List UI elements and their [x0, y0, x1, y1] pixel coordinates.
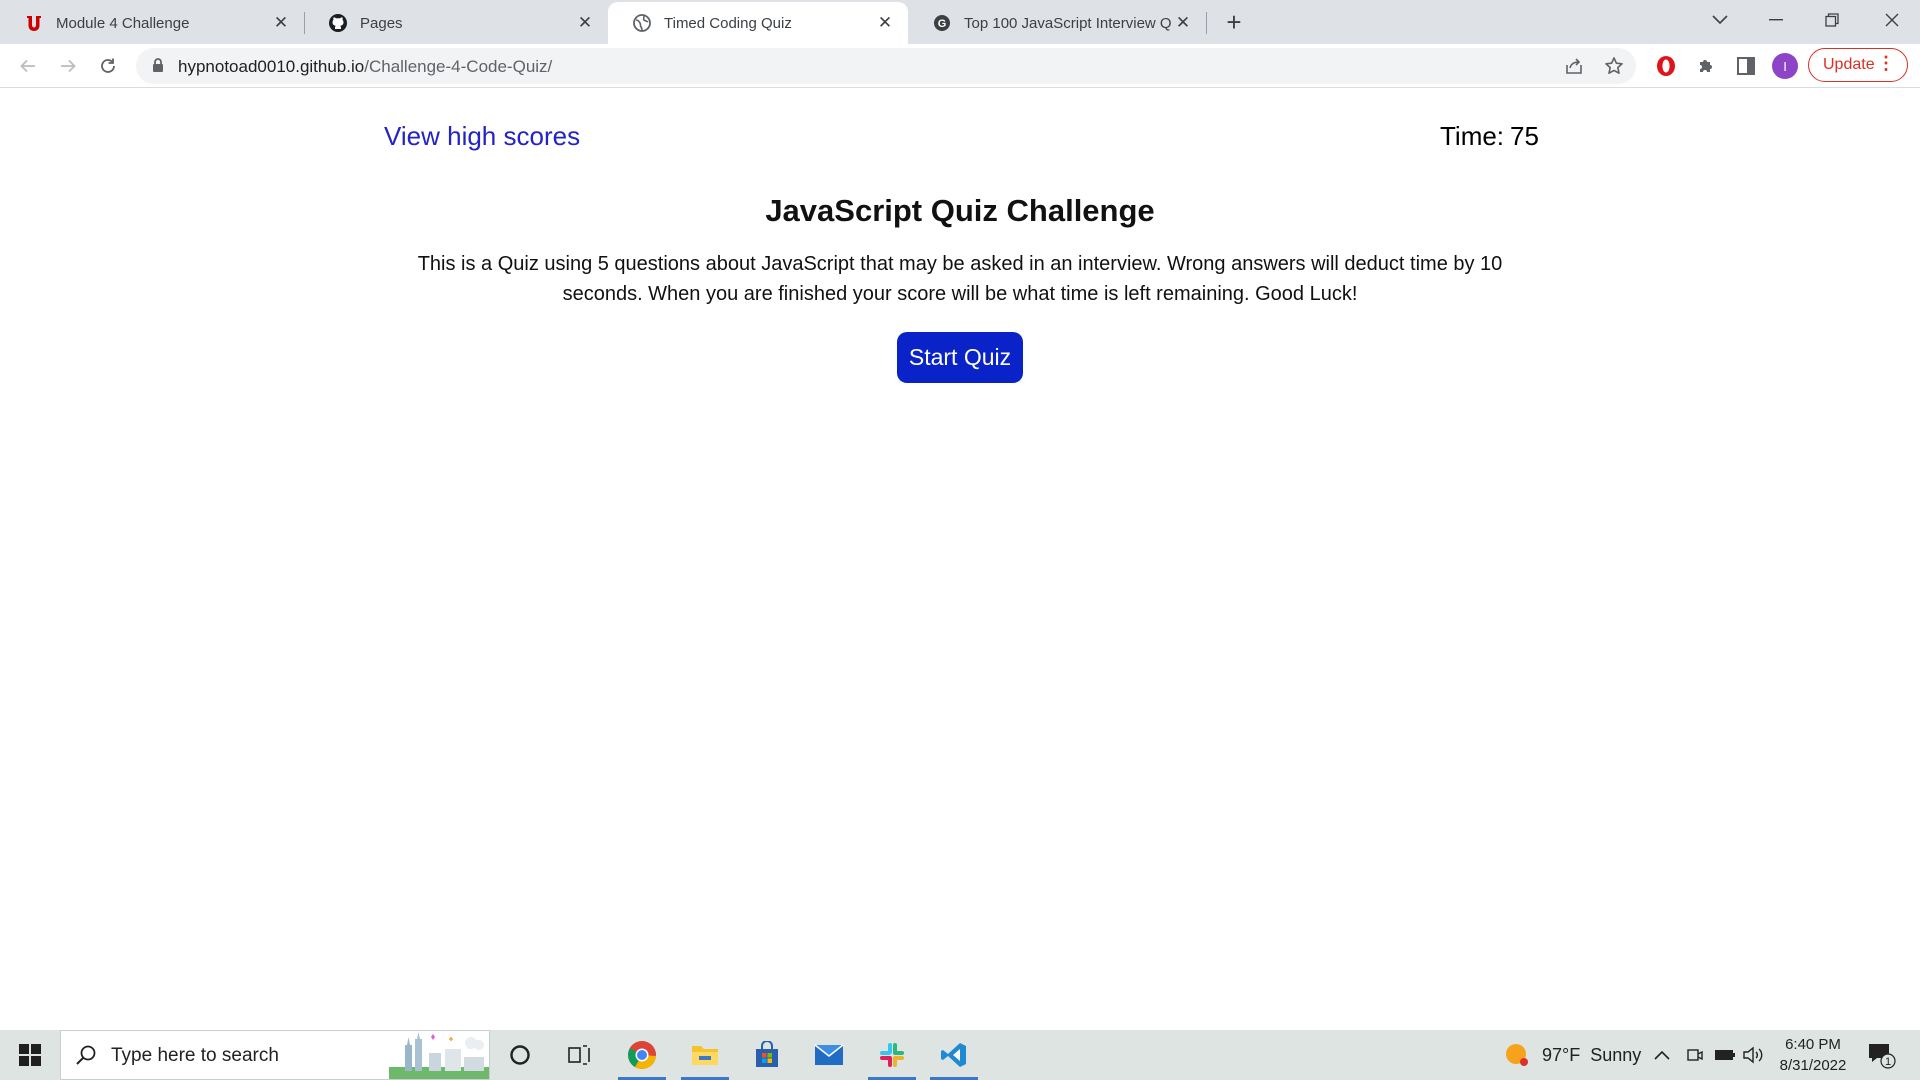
utah-u-icon — [24, 13, 44, 33]
tab-title: Module 4 Challenge — [56, 14, 190, 32]
search-icon — [75, 1044, 97, 1071]
quiz-description: This is a Quiz using 5 questions about J… — [417, 253, 1503, 305]
profile-avatar[interactable]: I — [1772, 53, 1798, 79]
microsoft-store-icon[interactable] — [737, 1030, 797, 1080]
volume-icon[interactable] — [1742, 1030, 1764, 1080]
back-arrow-icon[interactable] — [12, 50, 44, 82]
url-host: hypnotoad0010.github.io — [178, 57, 365, 76]
github-icon — [328, 13, 348, 33]
tab-separator — [1206, 12, 1207, 34]
update-label: Update — [1823, 56, 1875, 73]
reload-icon[interactable] — [92, 50, 124, 82]
close-tab-icon[interactable]: ✕ — [270, 12, 292, 34]
taskbar-clock[interactable]: 6:40 PM 8/31/2022 — [1768, 1034, 1858, 1076]
timer: Time: 75 — [1440, 121, 1539, 152]
tab-search-chevron-icon[interactable] — [1692, 0, 1748, 40]
vscode-icon[interactable] — [924, 1030, 984, 1080]
restore-icon[interactable] — [1804, 0, 1860, 40]
slack-icon[interactable] — [862, 1030, 922, 1080]
sun-icon — [1506, 1044, 1528, 1066]
extensions-puzzle-icon[interactable] — [1694, 54, 1718, 78]
close-tab-icon[interactable]: ✕ — [1172, 12, 1194, 34]
close-window-icon[interactable] — [1864, 0, 1920, 40]
taskbar-search-box[interactable]: Type here to search — [60, 1030, 490, 1080]
bookmark-star-icon[interactable] — [1602, 54, 1626, 78]
web-page: View high scores Time: 75 JavaScript Quiz… — [0, 89, 1920, 1030]
menu-dots-icon[interactable]: ⋮ — [1877, 53, 1895, 74]
opera-extension-icon[interactable] — [1654, 54, 1678, 78]
site-icon: G — [932, 13, 952, 33]
minimize-icon[interactable] — [1748, 0, 1804, 40]
update-button[interactable]: Update ⋮ — [1808, 48, 1908, 82]
url-text: hypnotoad0010.github.io/Challenge-4-Code… — [178, 57, 552, 77]
file-explorer-icon[interactable] — [675, 1030, 735, 1080]
globe-icon — [632, 13, 652, 33]
battery-icon[interactable] — [1714, 1030, 1736, 1080]
new-tab-button[interactable]: + — [1218, 6, 1250, 38]
notification-count: 1 — [1885, 1056, 1891, 1068]
tab-pages[interactable]: Pages ✕ — [304, 2, 608, 44]
close-tab-icon[interactable]: ✕ — [574, 12, 596, 34]
weather-widget[interactable]: 97°F Sunny — [1504, 1030, 1641, 1080]
clock-time: 6:40 PM — [1785, 1036, 1841, 1053]
close-tab-icon[interactable]: ✕ — [874, 12, 896, 34]
meet-now-icon[interactable] — [1686, 1030, 1704, 1080]
search-placeholder: Type here to search — [111, 1045, 279, 1066]
browser-toolbar: hypnotoad0010.github.io/Challenge-4-Code… — [0, 44, 1920, 88]
weather-temp: 97°F — [1542, 1044, 1581, 1065]
share-icon[interactable] — [1562, 54, 1586, 78]
task-view-icon[interactable] — [550, 1030, 610, 1080]
tab-title: Pages — [360, 14, 403, 32]
tab-module-4-challenge[interactable]: Module 4 Challenge ✕ — [0, 2, 304, 44]
notifications-icon[interactable]: 1 — [1866, 1030, 1896, 1080]
mail-icon[interactable] — [799, 1030, 859, 1080]
chrome-icon[interactable] — [612, 1030, 672, 1080]
view-high-scores-link[interactable]: View high scores — [384, 121, 580, 152]
windows-taskbar: Type here to search 97°F Sunny 6:40 PM 8… — [0, 1030, 1920, 1080]
timer-value: 75 — [1510, 121, 1539, 151]
address-bar[interactable]: hypnotoad0010.github.io/Challenge-4-Code… — [136, 48, 1636, 84]
windows-start-icon[interactable] — [0, 1030, 60, 1080]
svg-text:G: G — [938, 18, 947, 30]
show-hidden-icons-chevron-icon[interactable] — [1654, 1030, 1670, 1080]
start-quiz-button[interactable]: Start Quiz — [897, 332, 1023, 383]
weather-desc: Sunny — [1590, 1044, 1642, 1065]
url-path: /Challenge-4-Code-Quiz/ — [364, 57, 553, 76]
tab-title: Top 100 JavaScript Interview Que — [964, 14, 1172, 32]
side-panel-icon[interactable] — [1734, 54, 1758, 78]
cortana-icon[interactable] — [490, 1030, 550, 1080]
lock-icon[interactable] — [152, 58, 164, 78]
clock-date: 8/31/2022 — [1779, 1057, 1847, 1074]
forward-arrow-icon[interactable] — [52, 50, 84, 82]
tab-strip: Module 4 Challenge ✕ Pages ✕ Timed Codin… — [0, 0, 1920, 44]
tab-top-100-js[interactable]: G Top 100 JavaScript Interview Que ✕ — [908, 2, 1206, 44]
timer-label: Time: — [1440, 121, 1505, 151]
search-highlight-skyline-icon — [389, 1032, 489, 1079]
quiz-title: JavaScript Quiz Challenge — [765, 193, 1155, 228]
tab-title: Timed Coding Quiz — [664, 14, 792, 32]
tab-timed-coding-quiz[interactable]: Timed Coding Quiz ✕ — [608, 2, 908, 44]
